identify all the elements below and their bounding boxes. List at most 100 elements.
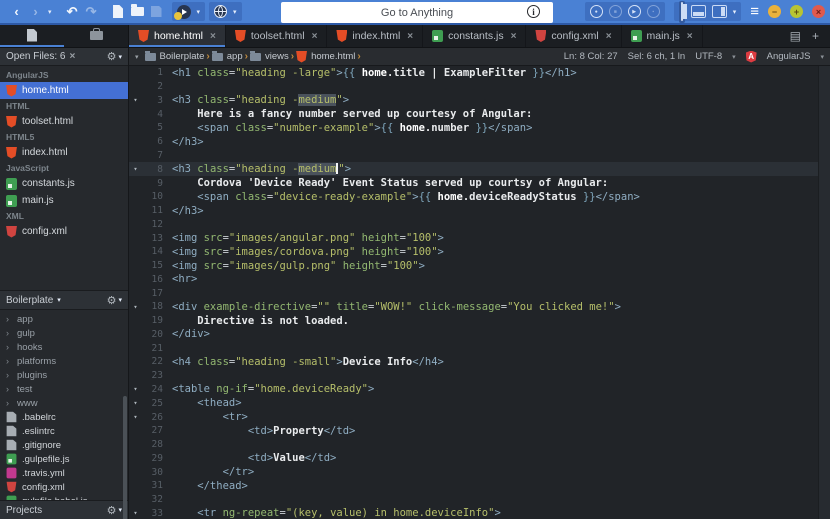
- code-line[interactable]: 27 <td>Property</td>: [129, 424, 830, 438]
- history-dropdown-icon[interactable]: ▾: [48, 8, 52, 16]
- code-line[interactable]: 28: [129, 438, 830, 452]
- tree-folder-app[interactable]: ›app: [0, 312, 128, 326]
- fold-marker-icon[interactable]: ▾: [129, 509, 142, 517]
- debug-icon[interactable]: [177, 5, 191, 19]
- code-line[interactable]: 12: [129, 217, 830, 231]
- tab-close-icon[interactable]: ×: [606, 31, 612, 42]
- tab-toolset.html[interactable]: toolset.html×: [226, 25, 328, 47]
- project-section-header[interactable]: Boilerplate ▾ ⚙ ▾: [0, 290, 128, 310]
- code-line[interactable]: ▾26 <tr>: [129, 410, 830, 424]
- fold-marker-icon[interactable]: ▾: [129, 385, 142, 393]
- encoding[interactable]: UTF-8: [695, 51, 722, 62]
- code-line[interactable]: 2: [129, 80, 830, 94]
- code-line[interactable]: 19 Directive is not loaded.: [129, 314, 830, 328]
- tab-index.html[interactable]: index.html×: [327, 25, 423, 47]
- new-tab-icon[interactable]: +: [812, 29, 819, 43]
- code-line[interactable]: 16<hr>: [129, 272, 830, 286]
- code-area[interactable]: 1<h1 class="heading -large">{{ home.titl…: [129, 66, 830, 519]
- toolbox-panel-tab[interactable]: [64, 25, 128, 47]
- toggle-bottom-pane-icon[interactable]: [691, 5, 706, 18]
- fold-marker-icon[interactable]: ▾: [129, 303, 142, 311]
- code-line[interactable]: 11</h3>: [129, 204, 830, 218]
- tree-file-.gitignore[interactable]: .gitignore: [0, 438, 128, 452]
- tree-file-config.xml[interactable]: config.xml: [0, 480, 128, 494]
- menu-icon[interactable]: ≡: [750, 3, 759, 20]
- code-line[interactable]: 5 <span class="number-example">{{ home.n…: [129, 121, 830, 135]
- code-line[interactable]: 30 </tr>: [129, 465, 830, 479]
- code-line[interactable]: 9 Cordova 'Device Ready' Event Status se…: [129, 176, 830, 190]
- breadcrumb-item[interactable]: Boilerplate: [145, 51, 205, 62]
- code-line[interactable]: 20</div>: [129, 328, 830, 342]
- fold-marker-icon[interactable]: ▾: [129, 413, 142, 421]
- tab-constants.js[interactable]: constants.js×: [423, 25, 526, 47]
- project-gear[interactable]: ⚙ ▾: [107, 294, 122, 307]
- tree-file-.gulpefile.js[interactable]: .gulpefile.js: [0, 452, 128, 466]
- tree-folder-www[interactable]: ›www: [0, 396, 128, 410]
- code-line[interactable]: ▾18<div example-directive="" title="WOW!…: [129, 300, 830, 314]
- fold-marker-icon[interactable]: ▾: [129, 399, 142, 407]
- open-file-home.html[interactable]: home.html: [0, 82, 128, 99]
- browser-dropdown-icon[interactable]: ▾: [233, 8, 237, 16]
- language-caret-icon[interactable]: ▾: [820, 53, 824, 61]
- open-file-index.html[interactable]: index.html: [0, 144, 128, 161]
- tree-file-.eslintrc[interactable]: .eslintrc: [0, 424, 128, 438]
- go-to-anything-input[interactable]: [281, 2, 553, 23]
- search-info-icon[interactable]: i: [527, 5, 540, 18]
- tree-folder-hooks[interactable]: ›hooks: [0, 340, 128, 354]
- open-file-toolset.html[interactable]: toolset.html: [0, 113, 128, 130]
- undo-icon[interactable]: ↶: [66, 2, 79, 21]
- projects-gear[interactable]: ⚙ ▾: [107, 504, 122, 517]
- code-line[interactable]: 21: [129, 341, 830, 355]
- code-line[interactable]: 23: [129, 369, 830, 383]
- toggle-left-pane-icon[interactable]: [679, 1, 685, 23]
- tab-list-icon[interactable]: ▤: [790, 29, 801, 43]
- save-macro-icon[interactable]: ▪: [647, 5, 660, 18]
- open-file-config.xml[interactable]: config.xml: [0, 223, 128, 240]
- code-line[interactable]: 13<img src="images/angular.png" height="…: [129, 231, 830, 245]
- open-file-main.js[interactable]: main.js: [0, 192, 128, 209]
- toggle-right-pane-icon[interactable]: [712, 5, 727, 18]
- code-line[interactable]: 4 Here is a fancy number served up court…: [129, 107, 830, 121]
- open-file-constants.js[interactable]: constants.js: [0, 175, 128, 192]
- tab-close-icon[interactable]: ×: [210, 31, 216, 42]
- code-line[interactable]: 6</h3>: [129, 135, 830, 149]
- window-maximize-icon[interactable]: +: [790, 5, 803, 18]
- tab-config.xml[interactable]: config.xml×: [526, 25, 621, 47]
- tree-file-.travis.yml[interactable]: .travis.yml: [0, 466, 128, 480]
- breadcrumb-item[interactable]: app: [212, 51, 243, 62]
- encoding-caret-icon[interactable]: ▾: [732, 53, 736, 61]
- tab-close-icon[interactable]: ×: [312, 31, 318, 42]
- sidebar-scrollbar[interactable]: [123, 396, 127, 519]
- tree-file-.babelrc[interactable]: .babelrc: [0, 410, 128, 424]
- window-minimize-icon[interactable]: −: [768, 5, 781, 18]
- code-line[interactable]: 10 <span class="device-ready-example">{{…: [129, 190, 830, 204]
- redo-icon[interactable]: ↷: [85, 2, 98, 21]
- tab-close-icon[interactable]: ×: [511, 31, 517, 42]
- tree-folder-plugins[interactable]: ›plugins: [0, 368, 128, 382]
- record-macro-icon[interactable]: ●: [590, 5, 603, 18]
- editor-dropdown-icon[interactable]: ▾: [135, 53, 139, 61]
- play-macro-icon[interactable]: ▶: [628, 5, 641, 18]
- window-close-icon[interactable]: ×: [812, 5, 825, 18]
- code-line[interactable]: ▾25 <thead>: [129, 396, 830, 410]
- code-line[interactable]: 7: [129, 149, 830, 163]
- save-icon[interactable]: [150, 2, 163, 21]
- stop-macro-icon[interactable]: ■: [609, 5, 622, 18]
- debug-dropdown-icon[interactable]: ▾: [197, 8, 201, 16]
- editor-scrollbar[interactable]: [818, 66, 830, 519]
- open-files-close-icon[interactable]: ×: [69, 51, 75, 62]
- forward-icon[interactable]: ›: [29, 2, 42, 21]
- tab-home.html[interactable]: home.html×: [129, 25, 226, 47]
- tree-folder-gulp[interactable]: ›gulp: [0, 326, 128, 340]
- tab-close-icon[interactable]: ×: [407, 31, 413, 42]
- code-line[interactable]: 1<h1 class="heading -large">{{ home.titl…: [129, 66, 830, 80]
- browser-preview-icon[interactable]: [214, 5, 227, 18]
- code-line[interactable]: 14<img src="images/cordova.png" height="…: [129, 245, 830, 259]
- code-line[interactable]: ▾24<table ng-if="home.deviceReady">: [129, 383, 830, 397]
- code-line[interactable]: 32: [129, 493, 830, 507]
- tree-folder-test[interactable]: ›test: [0, 382, 128, 396]
- tree-folder-platforms[interactable]: ›platforms: [0, 354, 128, 368]
- code-line[interactable]: 17: [129, 286, 830, 300]
- fold-marker-icon[interactable]: ▾: [129, 96, 142, 104]
- breadcrumb-item[interactable]: views: [250, 51, 289, 62]
